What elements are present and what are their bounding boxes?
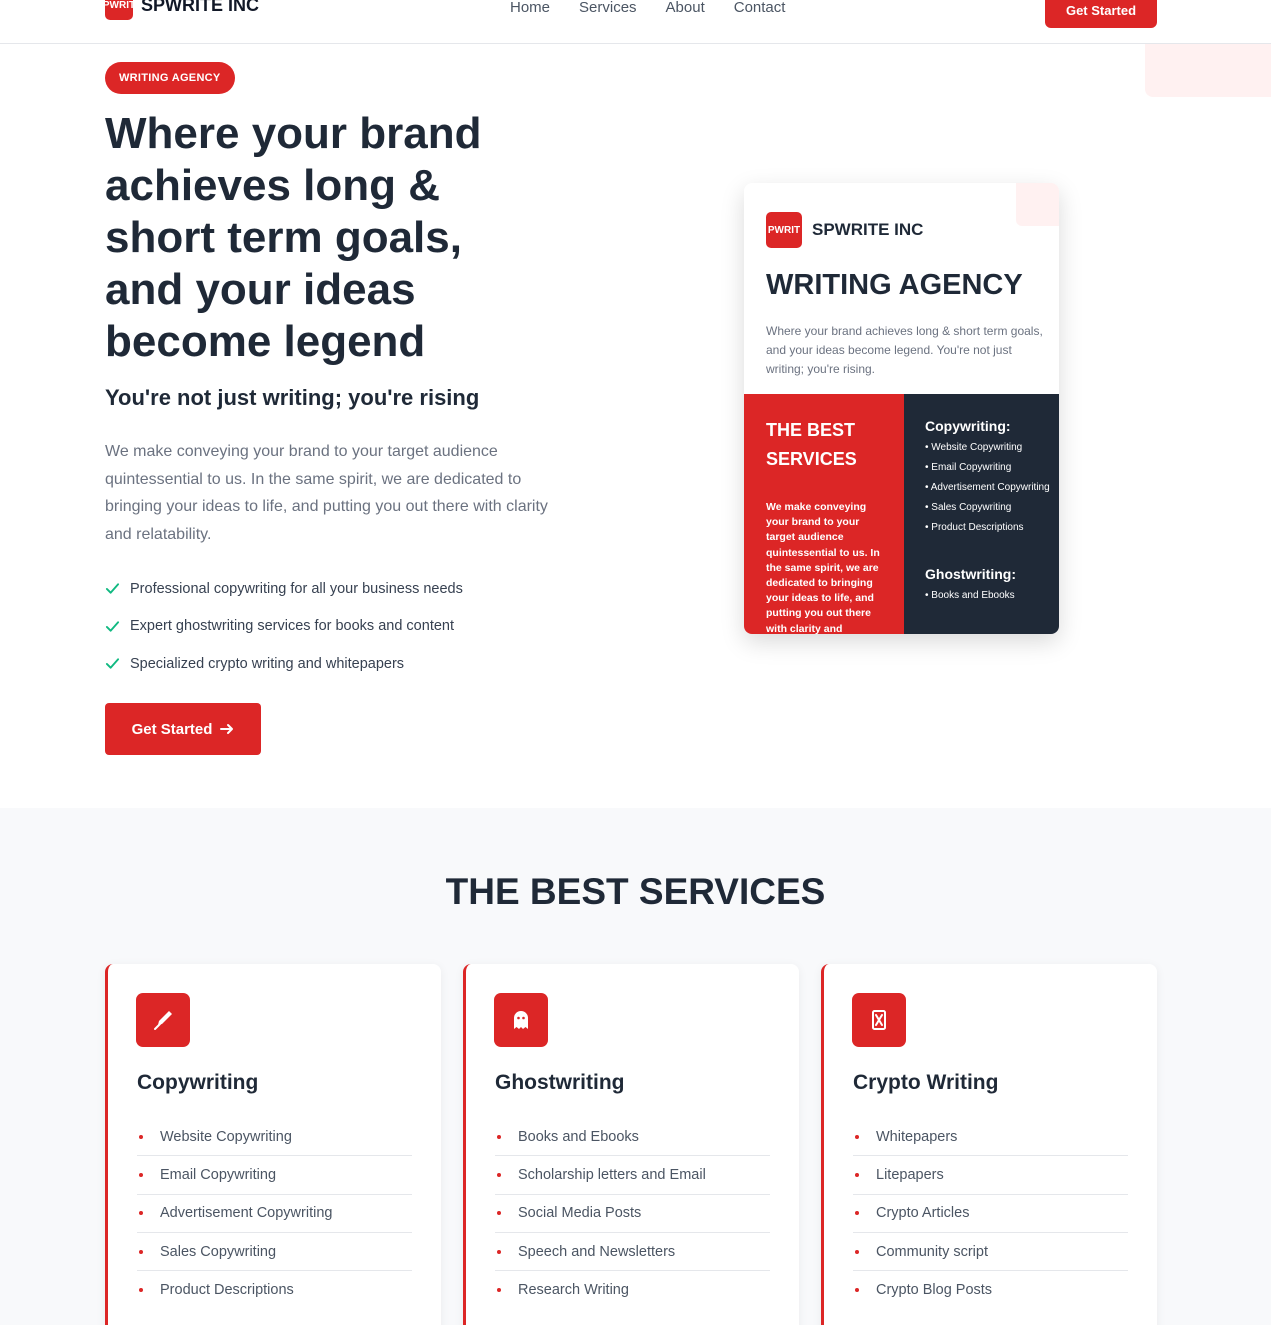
service-list: Books and Ebooks Scholarship letters and… (495, 1118, 770, 1309)
service-list-item: Scholarship letters and Email (495, 1156, 770, 1195)
service-card-copywriting: Copywriting Website Copywriting Email Co… (105, 964, 441, 1325)
services-title: THE BEST SERVICES (445, 871, 826, 912)
service-list-item: Community script (853, 1233, 1128, 1272)
service-list-item: Sales Copywriting (137, 1233, 412, 1272)
card-ghostwriting-title: Ghostwriting: (925, 566, 1016, 582)
card-list-item: • Books and Ebooks (925, 590, 1015, 601)
service-list-item: Litepapers (853, 1156, 1128, 1195)
service-list-item: Research Writing (495, 1271, 770, 1309)
service-list-item: Speech and Newsletters (495, 1233, 770, 1272)
service-card-ghostwriting: Ghostwriting Books and Ebooks Scholarshi… (463, 964, 799, 1325)
bitcoin-icon (852, 993, 906, 1047)
card-list-item: • Advertisement Copywriting (925, 482, 1050, 493)
card-service-list-panel: Copywriting: • Website Copywriting • Ema… (904, 394, 1059, 634)
nav-link-services[interactable]: Services (579, 0, 637, 16)
card-list-item: • Product Descriptions (925, 522, 1024, 533)
service-list-item: Product Descriptions (137, 1271, 412, 1309)
service-list-item: Whitepapers (853, 1118, 1128, 1157)
service-list-item: Email Copywriting (137, 1156, 412, 1195)
nav-link-about[interactable]: About (666, 0, 705, 16)
card-services-title: THE BEST SERVICES (766, 420, 857, 469)
card-list-item: • Website Copywriting (925, 442, 1023, 453)
service-list-item: Books and Ebooks (495, 1118, 770, 1157)
card-list-item: • Email Copywriting (925, 462, 1012, 473)
service-list-item: Crypto Articles (853, 1195, 1128, 1233)
service-list-item: Social Media Posts (495, 1195, 770, 1233)
feature-checklist: Professional copywriting for all your bu… (105, 576, 463, 689)
card-heading: WRITING AGENCY (766, 269, 1023, 301)
service-title: Crypto Writing (853, 1071, 999, 1094)
service-title: Ghostwriting (495, 1071, 625, 1094)
service-list-item: Advertisement Copywriting (137, 1195, 412, 1233)
hero-subtitle: You're not just writing; you're rising (105, 385, 480, 410)
card-ghostwriting-list: • Books and Ebooks (925, 588, 1059, 604)
card-services-panel: THE BEST SERVICES We make conveying your… (744, 394, 904, 634)
card-copywriting-title: Copywriting: (925, 418, 1011, 434)
brand-name: SPWRITE INC (141, 0, 260, 15)
card-list-item: • Sales Copywriting (925, 502, 1012, 513)
nav-link-home[interactable]: Home (510, 0, 550, 16)
brand-preview-card: PWRIT SPWRITE INC WRITING AGENCY Where y… (744, 183, 1059, 634)
check-icon (105, 583, 120, 594)
hero-description: We make conveying your brand to your tar… (105, 443, 548, 543)
check-icon (105, 658, 120, 669)
hero-cta-label: Get Started (131, 720, 213, 738)
arrow-right-icon (220, 724, 234, 734)
hero-get-started-button[interactable]: Get Started (105, 703, 261, 755)
hero-title: Where your brand achieves long & short t… (105, 109, 482, 366)
checklist-item: Professional copywriting for all your bu… (105, 576, 463, 601)
decorative-corner (1145, 44, 1271, 97)
services-section: THE BEST SERVICES Copywriting Website Co… (0, 808, 1271, 1325)
ghost-icon (494, 993, 548, 1047)
service-list: Website Copywriting Email Copywriting Ad… (137, 1118, 412, 1309)
nav-get-started-button[interactable]: Get Started (1045, 0, 1157, 28)
service-card-crypto-writing: Crypto Writing Whitepapers Litepapers Cr… (821, 964, 1157, 1325)
card-copywriting-list: • Website Copywriting • Email Copywritin… (925, 440, 1059, 536)
card-brand-name: SPWRITE INC (812, 220, 924, 239)
nav-link-contact[interactable]: Contact (734, 0, 786, 16)
checklist-item: Expert ghostwriting services for books a… (105, 614, 463, 639)
service-title: Copywriting (137, 1071, 259, 1094)
checklist-item: Specialized crypto writing and whitepape… (105, 651, 463, 676)
card-corner-tint (1016, 183, 1059, 226)
service-list: Whitepapers Litepapers Crypto Articles C… (853, 1118, 1128, 1309)
card-description: Where your brand achieves long & short t… (766, 324, 1043, 376)
service-list-item: Website Copywriting (137, 1118, 412, 1157)
hero-badge: WRITING AGENCY (105, 62, 235, 94)
top-navbar: PWRIT SPWRITE INC Home Services About Co… (0, 0, 1271, 44)
card-logo-mark: PWRIT (766, 212, 802, 248)
card-logo: PWRIT SPWRITE INC (766, 212, 923, 248)
check-icon (105, 620, 120, 632)
logo-mark: PWRIT (105, 0, 133, 20)
nav-links: Home Services About Contact (510, 0, 785, 16)
checklist-text: Expert ghostwriting services for books a… (130, 618, 454, 634)
service-list-item: Crypto Blog Posts (853, 1271, 1128, 1309)
pen-nib-icon (136, 993, 190, 1047)
card-services-description: We make conveying your brand to your tar… (766, 501, 880, 634)
brand-logo[interactable]: PWRIT SPWRITE INC (105, 0, 259, 20)
checklist-text: Specialized crypto writing and whitepape… (130, 655, 405, 672)
checklist-text: Professional copywriting for all your bu… (130, 580, 463, 597)
